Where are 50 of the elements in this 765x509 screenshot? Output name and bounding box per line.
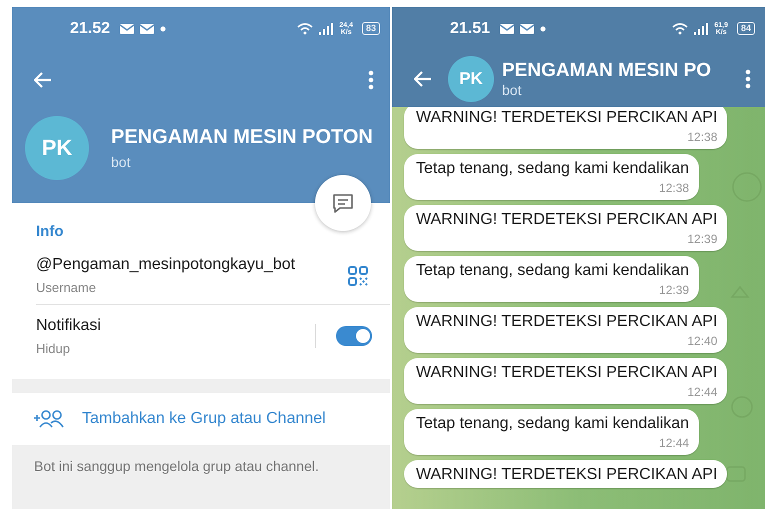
- message-text: WARNING! TERDETEKSI PERCIKAN API: [416, 364, 718, 382]
- message-text: WARNING! TERDETEKSI PERCIKAN API: [416, 466, 718, 484]
- footer-note: Bot ini sanggup mengelola grup atau channel.: [12, 445, 390, 509]
- clock: 21.52: [70, 20, 110, 38]
- username-label: Username: [36, 280, 97, 295]
- notification-dot-icon: [540, 26, 546, 32]
- message-text: WARNING! TERDETEKSI PERCIKAN API: [416, 211, 718, 229]
- avatar: PK: [448, 56, 494, 102]
- message-text: Tetap tenang, sedang kami kendalikan: [416, 415, 690, 433]
- back-arrow-icon: [34, 71, 52, 89]
- envelope-icon: [140, 24, 154, 34]
- wifi-icon: [672, 22, 688, 35]
- message-time: 12:38: [686, 130, 718, 145]
- envelope-icon: [520, 24, 534, 34]
- signal-icon: [694, 22, 708, 35]
- chat-title: PENGAMAN MESIN PO: [502, 60, 712, 82]
- message-time: 12:39: [658, 283, 690, 298]
- message-time: 12:44: [658, 436, 690, 451]
- notifications-status: Hidup: [36, 340, 71, 356]
- message-text: WARNING! TERDETEKSI PERCIKAN API: [416, 109, 718, 127]
- message-button[interactable]: [315, 175, 371, 231]
- message-time: 12:40: [686, 334, 718, 349]
- more-icon: [368, 70, 374, 90]
- wifi-icon: [297, 22, 314, 35]
- message-icon: [332, 192, 354, 214]
- message-text: WARNING! TERDETEKSI PERCIKAN API: [416, 313, 718, 331]
- envelope-icon: [120, 24, 134, 34]
- battery-level: 84: [736, 22, 755, 35]
- username-value: @Pengaman_mesinpotongkayu_bot: [36, 256, 296, 274]
- message-time: 12:39: [686, 232, 718, 247]
- add-members-icon: [34, 410, 64, 428]
- message-time: 12:38: [658, 181, 690, 196]
- notifications-label: Notifikasi: [36, 316, 102, 334]
- signal-icon: [319, 22, 334, 35]
- qr-code-icon: [348, 266, 368, 286]
- battery-level: 83: [362, 22, 380, 35]
- clock: 21.51: [450, 20, 490, 38]
- profile-name: PENGAMAN MESIN POTON: [111, 126, 373, 149]
- avatar: PK: [25, 116, 89, 180]
- chat-subtitle: bot: [502, 82, 522, 98]
- profile-subtitle: bot: [111, 154, 132, 170]
- message-time: 12:44: [686, 385, 718, 400]
- message-text: Tetap tenang, sedang kami kendalikan: [416, 262, 690, 280]
- section-heading: Info: [36, 223, 64, 242]
- more-icon: [745, 68, 751, 88]
- notifications-toggle[interactable]: [336, 326, 372, 346]
- back-arrow-icon: [414, 70, 432, 88]
- message-text: Tetap tenang, sedang kami kendalikan: [416, 160, 690, 178]
- notification-dot-icon: [160, 26, 166, 32]
- envelope-icon: [500, 24, 514, 34]
